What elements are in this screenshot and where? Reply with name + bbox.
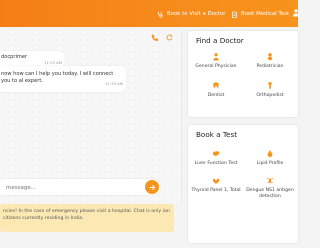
- test-label: Dengue NS1 antigen detection: [246, 188, 294, 199]
- message-composer: [0, 179, 161, 195]
- tooth-icon: [213, 82, 219, 89]
- book-test-label: Book Medical Test: [241, 11, 290, 17]
- message-time: 11:33 AM: [43, 60, 62, 65]
- chat-message: now how can I help you today. I will con…: [0, 66, 126, 92]
- test-liver-function[interactable]: Liver Function Test: [191, 149, 241, 167]
- disclaimer-text: ncies! In the case of emergency please v…: [3, 209, 170, 221]
- user-icon[interactable]: [292, 8, 300, 17]
- bone-icon: [268, 82, 272, 89]
- test-label: Lipid Profile: [256, 161, 284, 166]
- message-text: now how can I help you today. I will con…: [1, 71, 114, 84]
- blood-drop-icon: [267, 150, 273, 158]
- doctor-category-pediatrician[interactable]: Pediatrician: [245, 52, 295, 70]
- clipboard-icon: [232, 11, 237, 18]
- doctor-category-dentist[interactable]: Dentist: [191, 81, 241, 99]
- book-test-card: Book a Test Liver Function Test Lipid Pr…: [188, 125, 298, 243]
- doctor-category-general-physician[interactable]: General Physician: [191, 52, 241, 70]
- test-dengue-ns1[interactable]: Dengue NS1 antigen detection: [245, 176, 295, 199]
- chat-header-actions: [151, 34, 173, 41]
- thyroid-icon: [212, 178, 220, 184]
- baby-icon: [268, 53, 272, 61]
- doctor-category-orthopedist[interactable]: Orthopedist: [245, 81, 295, 99]
- book-doctor-label: Book to Visit a Doctor: [167, 11, 226, 17]
- doctor-icon: [213, 53, 219, 61]
- test-label: Liver Function Test: [194, 161, 238, 166]
- find-doctor-title: Find a Doctor: [196, 36, 244, 45]
- test-lipid-profile[interactable]: Lipid Profile: [245, 149, 295, 167]
- book-test-title: Book a Test: [196, 130, 238, 139]
- phone-icon[interactable]: [151, 34, 158, 41]
- liver-icon: [212, 151, 220, 156]
- message-time: 11:33 AM: [104, 81, 123, 86]
- category-label: Pediatrician: [256, 64, 284, 69]
- top-navigation-bar: Book to Visit a Doctor Book Medical Test: [0, 0, 300, 27]
- refresh-icon[interactable]: [166, 34, 173, 41]
- stethoscope-icon: [158, 11, 163, 18]
- category-label: General Physician: [195, 64, 237, 69]
- message-text: docprimer: [1, 54, 28, 60]
- category-label: Orthopedist: [256, 93, 284, 98]
- book-doctor-link[interactable]: Book to Visit a Doctor: [157, 8, 226, 20]
- disclaimer-banner: ncies! In the case of emergency please v…: [0, 204, 174, 232]
- chat-message: docprimer 11:33 AM: [0, 51, 65, 67]
- find-doctor-card: Find a Doctor General Physician Pediatri…: [188, 31, 298, 117]
- chat-panel: docprimer 11:33 AM now how can I help yo…: [0, 31, 182, 203]
- book-test-link[interactable]: Book Medical Test: [231, 8, 289, 20]
- mosquito-icon: [266, 177, 274, 184]
- send-button[interactable]: [145, 180, 159, 194]
- category-label: Dentist: [207, 93, 225, 98]
- message-input[interactable]: [4, 181, 148, 195]
- test-label: Thyroid Panel 1, Total: [191, 188, 241, 193]
- send-icon: [149, 184, 155, 190]
- test-thyroid-panel[interactable]: Thyroid Panel 1, Total: [191, 176, 241, 194]
